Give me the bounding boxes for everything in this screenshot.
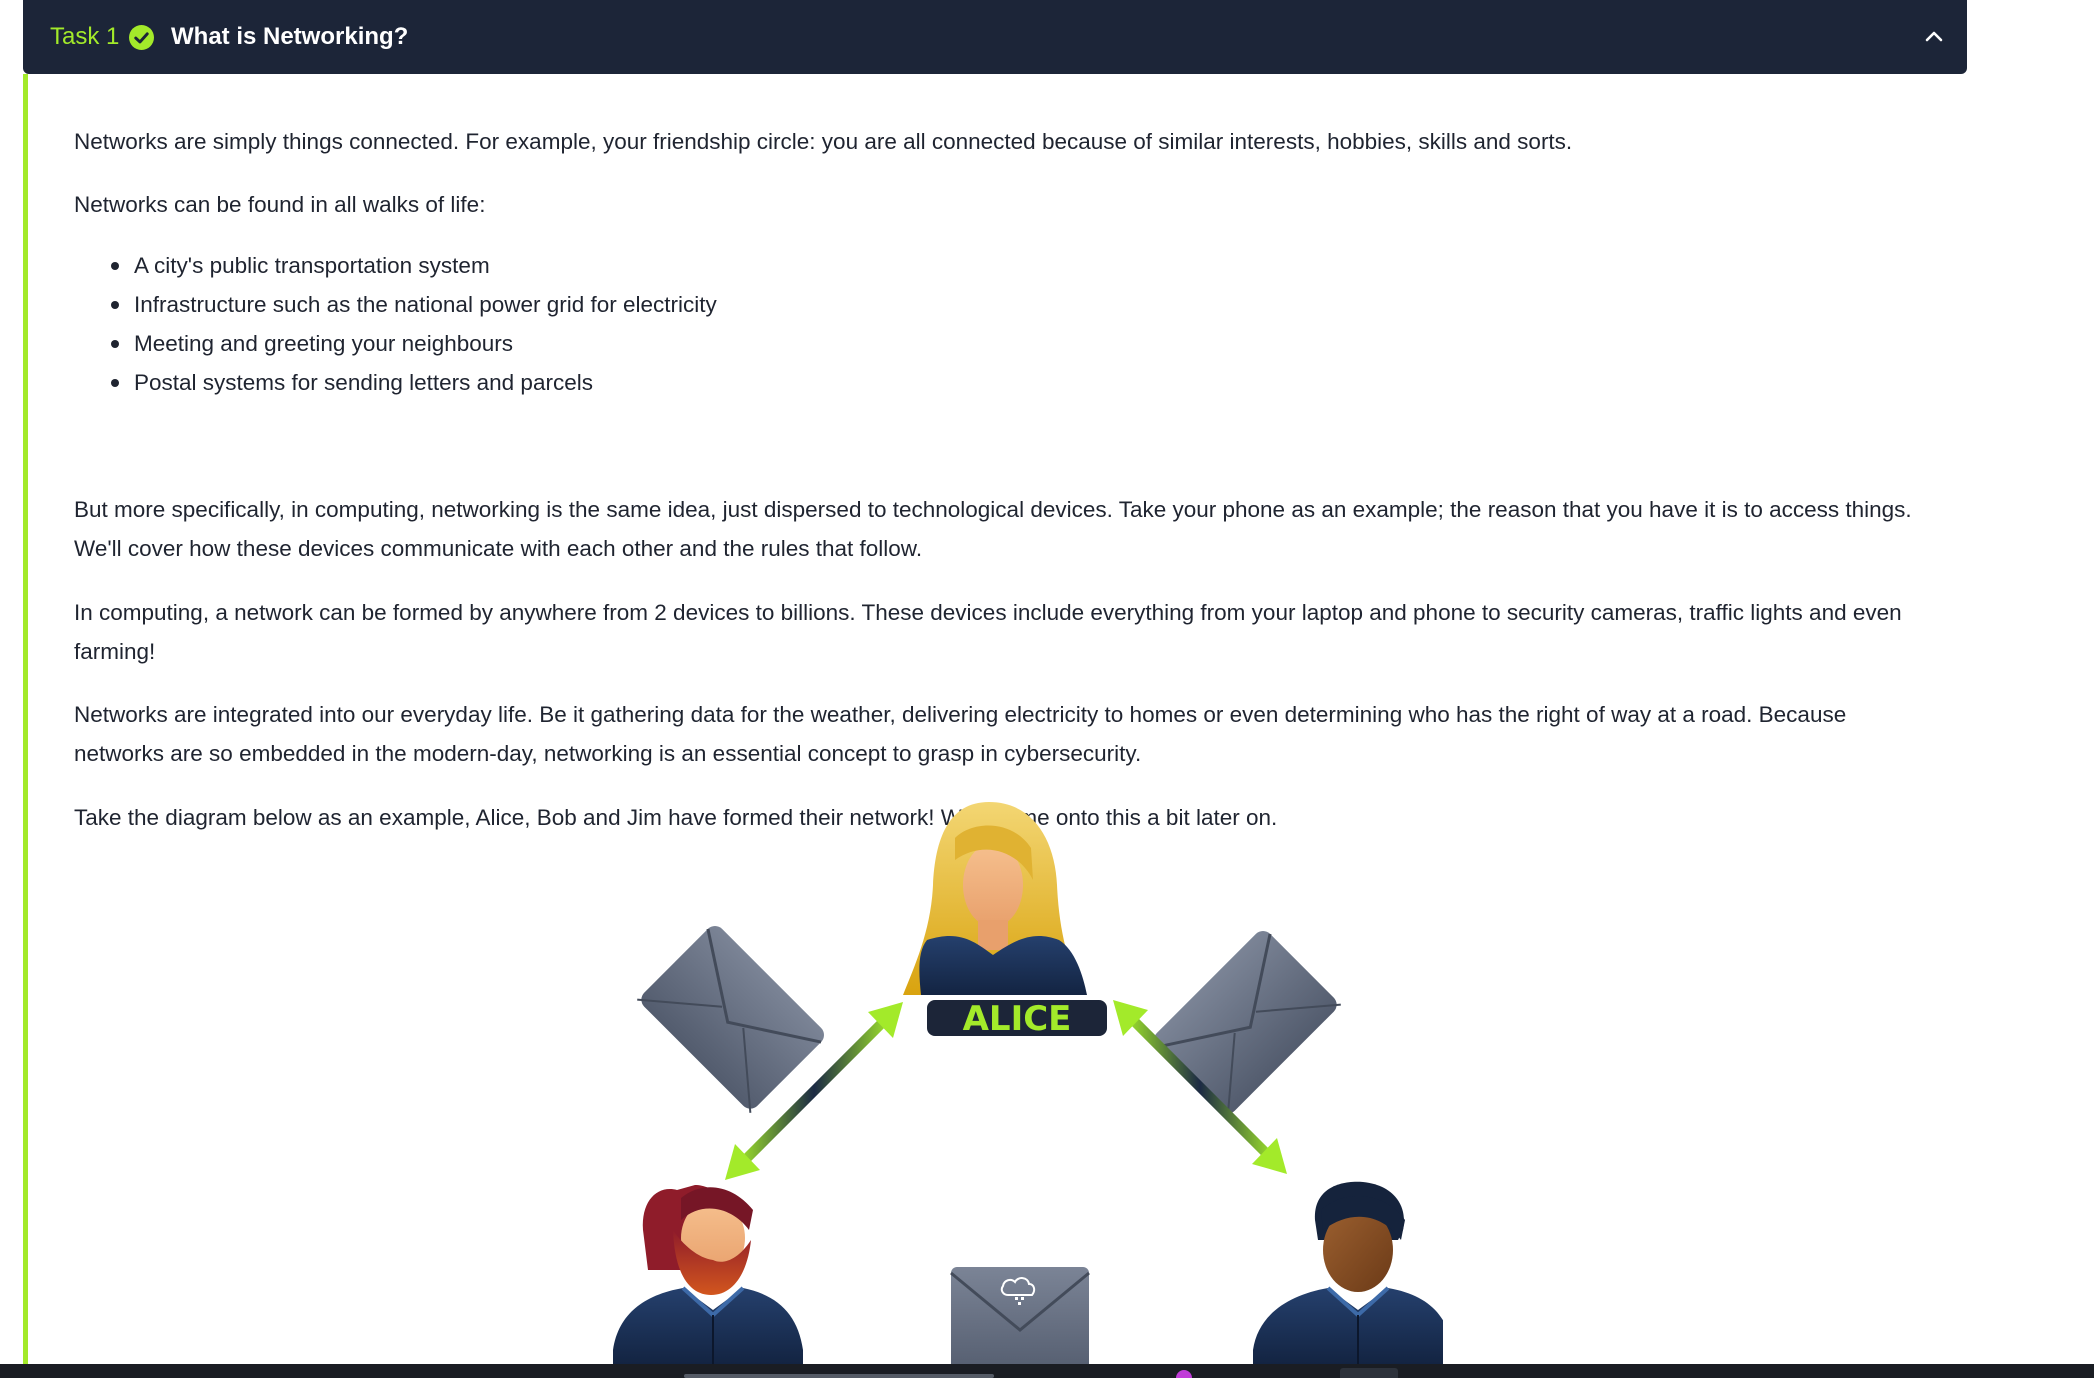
taskbar-pill[interactable] <box>684 1374 994 1378</box>
person-bob-icon <box>613 1185 803 1364</box>
chevron-up-icon[interactable] <box>1917 20 1951 54</box>
task-title: What is Networking? <box>171 23 409 50</box>
paragraph-everyday-line2: networks are so embedded in the modern-d… <box>74 741 1142 766</box>
paragraph-walks-of-life: Networks can be found in all walks of li… <box>74 192 486 217</box>
paragraph-devices-line1: In computing, a network can be formed by… <box>74 600 1902 625</box>
list-item: A city's public transportation system <box>74 246 717 285</box>
task-accent-bar <box>23 74 28 1364</box>
paragraph-computing-line1: But more specifically, in computing, net… <box>74 497 1912 522</box>
task-header[interactable]: Task 1 What is Networking? <box>23 0 1967 74</box>
paragraph-computing-line2: We'll cover how these devices communicat… <box>74 536 923 561</box>
check-circle-icon <box>129 25 154 50</box>
envelope-icon <box>637 926 824 1113</box>
envelope-icon <box>1154 931 1341 1118</box>
taskbar <box>0 1364 2094 1378</box>
list-item: Postal systems for sending letters and p… <box>74 363 717 402</box>
taskbar-tab[interactable] <box>1340 1368 1398 1378</box>
person-jim-icon <box>1253 1181 1443 1364</box>
page: Task 1 What is Networking? Networks are … <box>0 0 2094 1378</box>
person-alice-icon <box>903 802 1087 995</box>
list-item: Infrastructure such as the national powe… <box>74 285 717 324</box>
paragraph-everyday-line1: Networks are integrated into our everyda… <box>74 702 1847 727</box>
examples-list: A city's public transportation system In… <box>74 246 717 402</box>
task-panel: Task 1 What is Networking? Networks are … <box>23 0 1967 1378</box>
paragraph-devices-line2: farming! <box>74 639 156 664</box>
envelope-icon <box>950 1267 1090 1364</box>
network-diagram: ALICE <box>613 802 1443 1364</box>
task-number: Task 1 <box>50 23 120 50</box>
paragraph-intro: Networks are simply things connected. Fo… <box>74 129 1573 154</box>
alice-label: ALICE <box>963 999 1072 1039</box>
list-item: Meeting and greeting your neighbours <box>74 324 717 363</box>
